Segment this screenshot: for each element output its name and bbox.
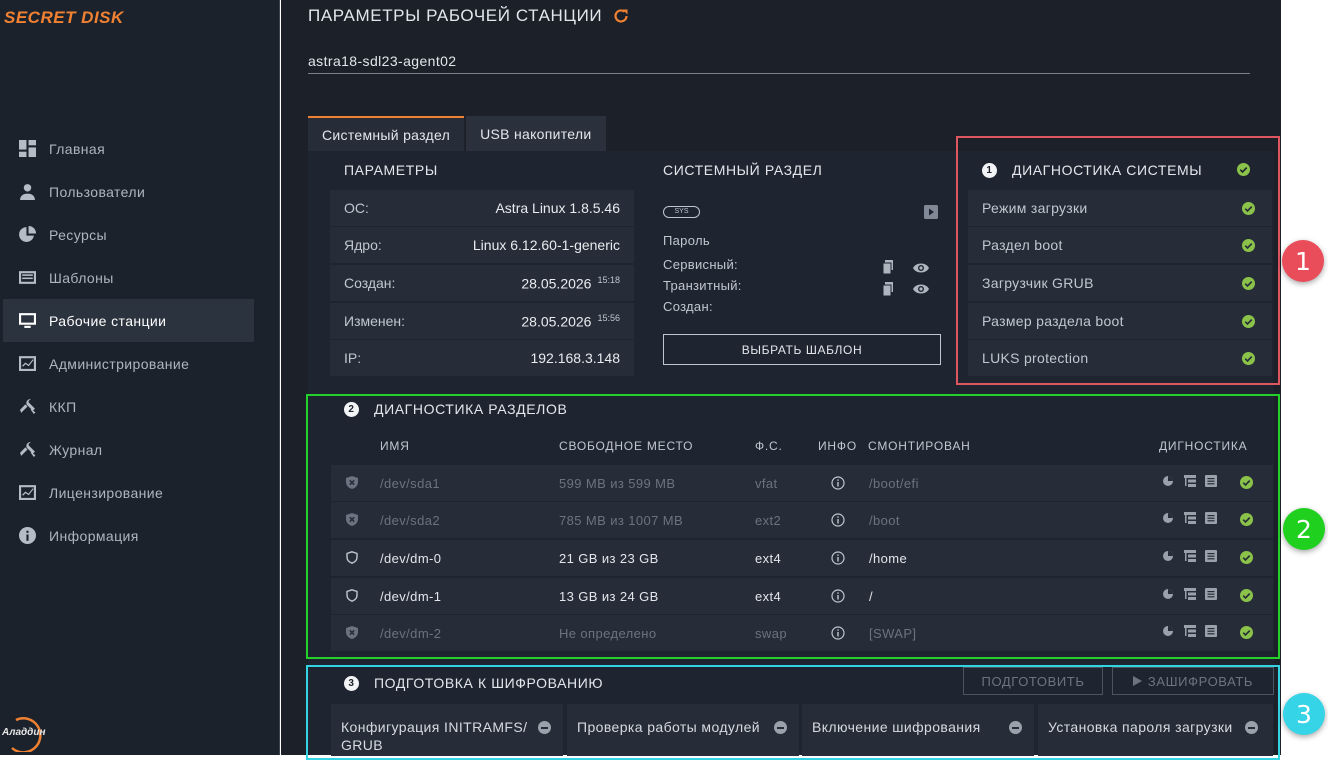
sidebar-item-templates[interactable]: Шаблоны [3,256,254,299]
param-key: Ядро: [344,237,382,253]
monitor-icon [19,312,36,329]
chart-icon [19,484,36,501]
page-title-text: ПАРАМЕТРЫ РАБОЧЕЙ СТАНЦИИ [308,6,603,25]
params-heading: ПАРАМЕТРЫ [344,162,438,178]
page-title: ПАРАМЕТРЫ РАБОЧЕЙ СТАНЦИИ [308,6,630,26]
param-date: 28.05.2026 [521,313,592,330]
sidebar-item-label: Информация [49,527,139,544]
sidebar-item-label: Журнал [49,441,103,458]
tools-icon [19,398,36,415]
hostname-field[interactable] [308,48,1250,74]
sidebar-item-label: Лицензирование [49,484,164,501]
eye-icon[interactable] [913,261,929,275]
param-value: Linux 6.12.60-1-generic [472,237,620,253]
sys-badge: SYS [663,206,700,218]
copy-icon[interactable] [882,282,898,296]
param-value: 192.168.3.148 [530,350,620,366]
sidebar-item-workstations[interactable]: Рабочие станции [3,299,254,342]
param-time: 15:56 [597,312,620,323]
pie-icon [19,226,36,243]
tools-icon [19,441,36,458]
param-key: IP: [344,350,362,366]
template-icon [19,269,36,286]
sidebar-item-label: Рабочие станции [49,312,167,329]
param-key: ОС: [344,200,369,216]
param-date: 28.05.2026 [521,275,592,292]
password-created-label: Создан: [663,299,713,314]
service-password-label: Сервисный: [663,257,738,272]
dashboard-icon [19,140,36,157]
sidebar-item-administration[interactable]: Администрирование [3,342,254,385]
param-key: Изменен: [344,313,406,329]
sidebar-item-users[interactable]: Пользователи [3,170,254,213]
sidebar-item-label: ККП [49,398,77,415]
app-logo: SECRET DISK [4,8,124,27]
sidebar-item-journal[interactable]: Журнал [3,428,254,471]
refresh-icon[interactable] [612,7,630,25]
sidebar-item-information[interactable]: Информация [3,514,254,557]
play-icon[interactable] [924,205,938,219]
chart-icon [19,355,36,372]
sidebar-item-label: Пользователи [49,183,146,200]
eye-icon[interactable] [913,282,929,296]
sidebar-item-home[interactable]: Главная [3,127,254,170]
param-value: Astra Linux 1.8.5.46 [495,200,620,216]
tab-system-partition[interactable]: Системный раздел [308,116,465,151]
tab-bar: Системный раздел USB накопители [308,116,608,151]
info-icon [19,527,36,544]
vendor-logo-text: Аладдин [2,727,46,738]
select-template-button[interactable]: ВЫБРАТЬ ШАБЛОН [663,334,941,365]
param-value: 28.05.2026 15:56 [521,313,620,330]
system-partition-heading: СИСТЕМНЫЙ РАЗДЕЛ [663,162,823,178]
user-icon [19,183,36,200]
param-value: 28.05.2026 15:18 [521,275,620,292]
sidebar-item-resources[interactable]: Ресурсы [3,213,254,256]
sidebar: SECRET DISK Главная Пользователи Ресурсы… [0,0,280,755]
param-time: 15:18 [597,274,620,285]
param-row-created: Создан: 28.05.2026 15:18 [330,265,634,301]
sidebar-item-label: Главная [49,140,106,157]
param-row-ip: IP: 192.168.3.148 [330,340,634,376]
highlight-box-encryption-prep [306,665,1280,760]
transit-password-label: Транзитный: [663,278,742,293]
param-row-modified: Изменен: 28.05.2026 15:56 [330,303,634,339]
annotation-marker-2: 2 [1283,508,1325,550]
sidebar-item-label: Администрирование [49,355,190,372]
sidebar-item-label: Ресурсы [49,226,108,243]
password-label: Пароль [663,233,710,248]
param-key: Создан: [344,275,396,291]
tab-usb-drives[interactable]: USB накопители [466,116,606,151]
param-row-kernel: Ядро: Linux 6.12.60-1-generic [330,227,634,263]
sidebar-item-licensing[interactable]: Лицензирование [3,471,254,514]
annotation-marker-1: 1 [1282,240,1324,282]
sidebar-item-kkp[interactable]: ККП [3,385,254,428]
vendor-logo: Аладдин [2,714,52,754]
highlight-box-system-diag [956,136,1280,385]
param-row-os: ОС: Astra Linux 1.8.5.46 [330,190,634,226]
highlight-box-partition-diag [306,394,1280,659]
copy-icon[interactable] [882,260,898,274]
sidebar-item-label: Шаблоны [49,269,114,286]
annotation-marker-3: 3 [1283,693,1325,735]
sidebar-nav: Главная Пользователи Ресурсы Шаблоны Раб… [3,127,254,557]
